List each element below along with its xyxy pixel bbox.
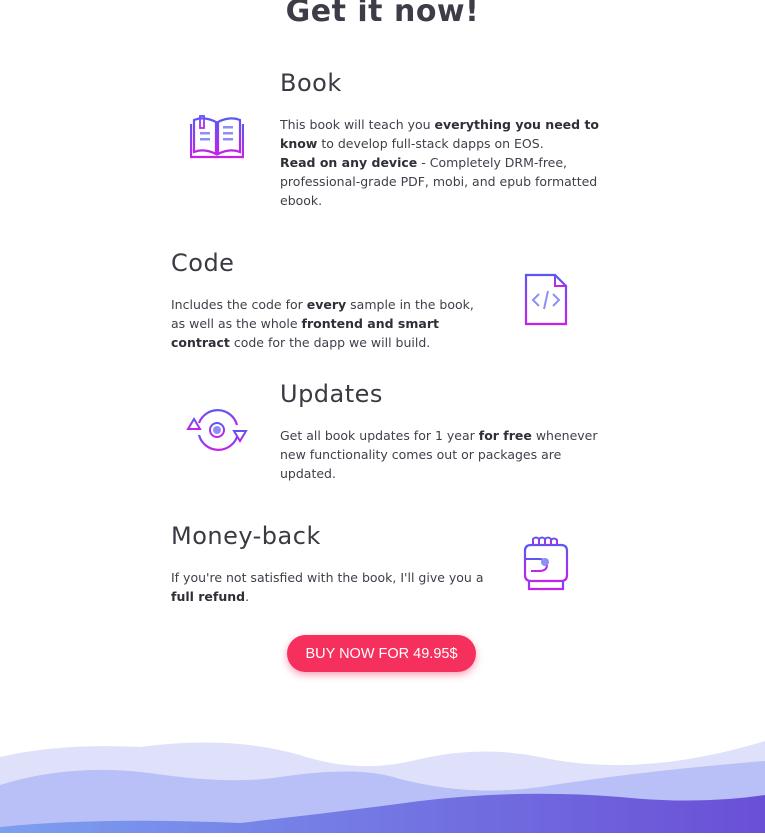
page-heading: Get it now! bbox=[285, 0, 480, 29]
feature-title-code: Code bbox=[171, 249, 235, 277]
feature-text-updates: Get all book updates for 1 year for free… bbox=[280, 428, 598, 481]
feature-title-updates: Updates bbox=[280, 380, 383, 408]
code-file-icon bbox=[523, 272, 569, 332]
money-back-hand-icon bbox=[521, 535, 571, 595]
feature-title-money-back: Money-back bbox=[171, 522, 321, 550]
feature-text-code: Includes the code for every sample in th… bbox=[171, 297, 474, 350]
book-icon bbox=[189, 114, 245, 166]
decorative-waves bbox=[0, 735, 765, 837]
feature-text-book: This book will teach you everything you … bbox=[280, 117, 600, 208]
refresh-cycle-icon bbox=[186, 405, 250, 461]
feature-text-money-back: If you're not satisfied with the book, I… bbox=[171, 570, 484, 604]
feature-title-book: Book bbox=[280, 69, 342, 97]
buy-now-button[interactable]: BUY NOW FOR 49.95$ bbox=[287, 635, 476, 672]
